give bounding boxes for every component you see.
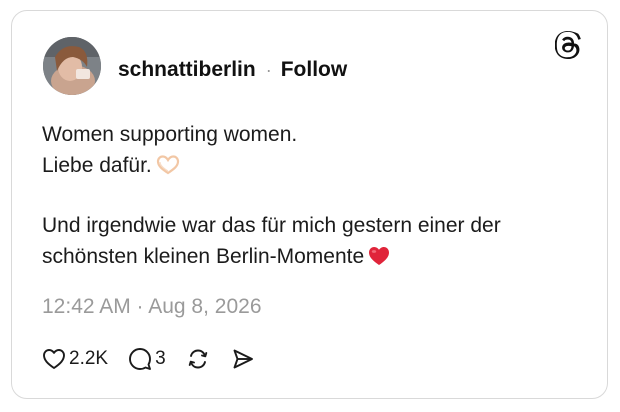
post-line-2: Liebe dafür. [42, 150, 582, 181]
heart-icon [43, 349, 65, 369]
comment-bubble-icon [129, 348, 152, 370]
send-icon [233, 349, 253, 369]
avatar[interactable] [43, 37, 101, 95]
like-count: 2.2K [69, 348, 109, 369]
red-heart-emoji [368, 244, 390, 275]
post-body: Women supporting women. Liebe dafür. Und… [42, 119, 582, 272]
like-button[interactable]: 2.2K [42, 348, 108, 370]
repost-button[interactable] [186, 347, 210, 371]
post-actions: 2.2K 3 [42, 345, 255, 373]
avatar-photo [43, 37, 101, 95]
heart-hands-emoji [156, 153, 180, 184]
username[interactable]: schnattiberlin [118, 58, 256, 82]
post-line-5: schönsten kleinen Berlin-Momente [42, 241, 582, 272]
post-line-4: Und irgendwie war das für mich gestern e… [42, 214, 501, 237]
follow-button[interactable]: Follow [281, 58, 348, 82]
post-line-3 [42, 181, 582, 210]
post-timestamp[interactable]: 12:42 AM · Aug 8, 2026 [42, 295, 262, 319]
reply-button[interactable]: 3 [128, 347, 166, 371]
share-button[interactable] [231, 347, 255, 371]
threads-post-card: schnattiberlin · Follow Women supporting… [11, 10, 608, 399]
post-header: schnattiberlin · Follow [118, 57, 347, 83]
post-line-1: Women supporting women. [42, 123, 298, 146]
reply-count: 3 [155, 348, 166, 369]
header-separator: · [265, 59, 272, 80]
repost-icon [188, 349, 207, 369]
threads-logo-icon[interactable] [554, 31, 581, 59]
